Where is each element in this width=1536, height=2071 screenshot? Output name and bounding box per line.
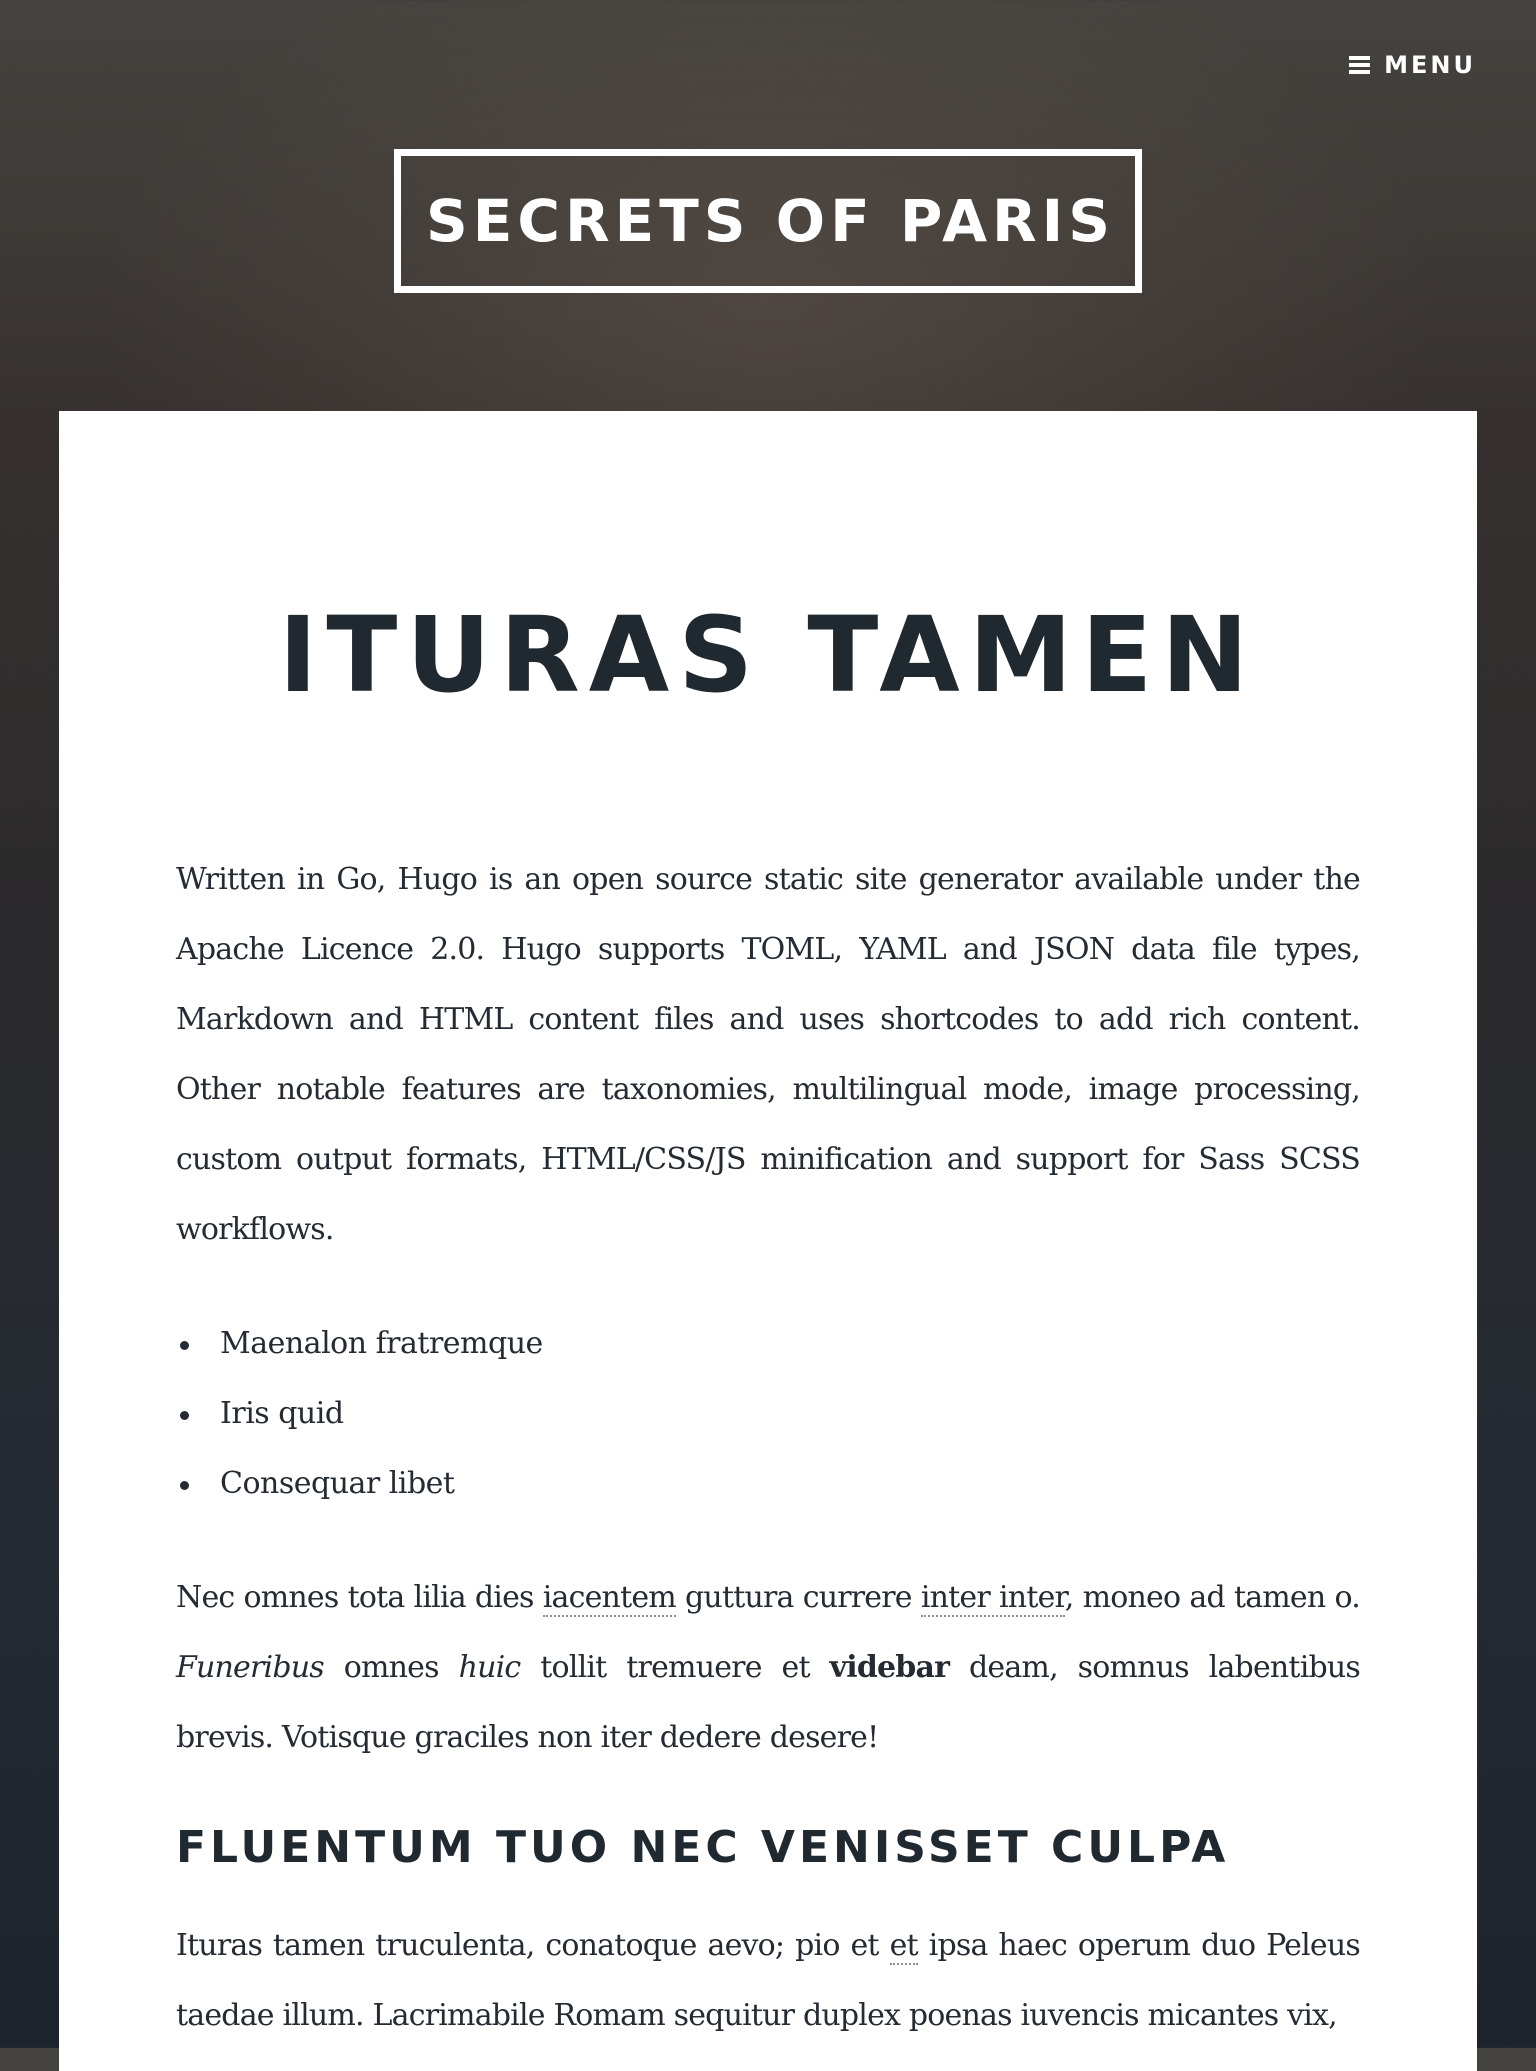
hamburger-icon [1349,56,1371,74]
menu-label: MENU [1384,51,1476,79]
menu-button[interactable]: MENU [1349,48,1476,82]
paragraph-text: , moneo ad tamen o. [1064,1580,1361,1615]
paragraph-text: guttura currere [675,1580,921,1615]
paragraph-text: tollit tremuere et [520,1650,830,1685]
list-item: Consequar libet [176,1449,1360,1519]
emphasis-text: Funeribus [176,1650,325,1685]
list-item: Iris quid [176,1379,1360,1449]
site-title-link[interactable]: SECRETS OF PARIS [394,149,1142,293]
paragraph-2: Nec omnes tota lilia dies iacentem guttu… [176,1563,1361,1773]
post-title: ITURAS TAMEN [278,594,1258,716]
abbreviation[interactable]: et [889,1928,919,1965]
post-body: Written in Go, Hugo is an open source st… [176,845,1361,2051]
paragraph-text: omnes [323,1650,459,1685]
intro-paragraph: Written in Go, Hugo is an open source st… [176,862,1361,1247]
bullet-list: Maenalon fratremque Iris quid Consequar … [176,1309,1360,1519]
site-title: SECRETS OF PARIS [426,187,1115,255]
paragraph-text: Ituras tamen truculenta, conatoque aevo;… [176,1928,890,1963]
paragraph-text: Nec omnes tota lilia dies [176,1580,543,1615]
paragraph-3: Ituras tamen truculenta, conatoque aevo;… [176,1911,1361,2051]
abbreviation[interactable]: iacentem [542,1580,677,1617]
emphasis-text: huic [458,1650,522,1685]
list-item: Maenalon fratremque [176,1309,1360,1379]
strong-text: videbar [829,1650,950,1685]
abbreviation[interactable]: inter inter [920,1580,1066,1617]
content-card: ITURAS TAMEN Written in Go, Hugo is an o… [59,411,1477,2071]
section-heading: FLUENTUM TUO NEC VENISSET CULPA [176,1822,1230,1873]
